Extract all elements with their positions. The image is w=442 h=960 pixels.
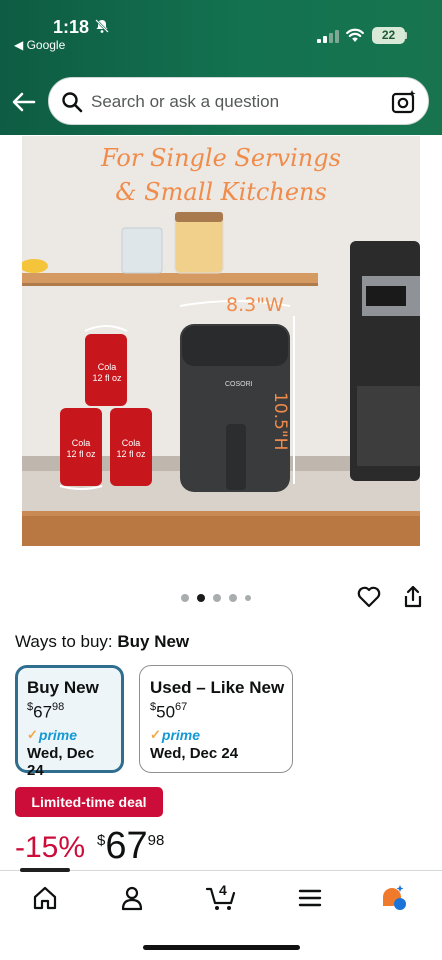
search-bar[interactable]: Search or ask a question	[48, 77, 429, 125]
price-row: -15% $ 67 98	[15, 826, 164, 870]
wifi-icon	[346, 28, 364, 42]
prime-check-icon: ✓	[27, 726, 38, 742]
ways-to-buy-label: Ways to buy: Buy New	[15, 632, 190, 651]
menu-icon[interactable]	[296, 884, 324, 912]
carousel-dot[interactable]	[181, 594, 189, 602]
option-title: Used – Like New	[150, 678, 285, 697]
option-price: $6798	[27, 701, 65, 722]
limited-time-deal-badge: Limited-time deal	[15, 787, 163, 817]
current-price: $ 67 98	[97, 825, 165, 867]
heart-icon[interactable]	[356, 584, 382, 610]
prime-check-icon: ✓	[150, 726, 161, 742]
home-indicator	[143, 945, 300, 950]
search-input[interactable]: Search or ask a question	[91, 92, 279, 112]
can-label-2: Cola 12 fl oz	[66, 438, 96, 459]
option-delivery: Wed, Dec 24	[27, 744, 95, 779]
back-arrow-icon[interactable]	[10, 88, 38, 116]
option-buy-new[interactable]: Buy New $6798 ✓ prime Wed, Dec 24	[15, 665, 124, 779]
height-label: 10.5"H	[270, 392, 290, 451]
product-image[interactable]: For Single Servings & Small Kitchens 8.3…	[22, 136, 420, 546]
can-label-3: Cola 12 fl oz	[116, 438, 146, 459]
carousel-dot-active[interactable]	[197, 594, 205, 602]
rufus-assistant-icon[interactable]	[380, 884, 408, 912]
back-to-google-link[interactable]: ◀ Google	[14, 38, 65, 52]
carousel-dot[interactable]	[245, 595, 251, 601]
image-headline-2: & Small Kitchens	[115, 178, 327, 206]
width-label: 8.3"W	[226, 294, 284, 316]
carousel-dot[interactable]	[213, 594, 221, 602]
option-delivery: Wed, Dec 24	[150, 744, 239, 762]
share-icon[interactable]	[402, 585, 424, 609]
can-label-1: Cola 12 fl oz	[92, 362, 122, 383]
battery-cap	[405, 32, 407, 39]
discount-percent: -15%	[15, 831, 86, 864]
header: 1:18 ◀ Google 22 Search or ask a questio…	[0, 0, 442, 135]
carousel-dots[interactable]	[181, 593, 251, 603]
home-icon[interactable]	[31, 884, 59, 912]
image-headline-1: For Single Servings	[101, 144, 341, 172]
camera-search-icon[interactable]	[391, 89, 417, 115]
product-page: 1:18 ◀ Google 22 Search or ask a questio…	[0, 0, 442, 960]
search-icon	[62, 92, 83, 113]
option-used-like-new[interactable]: Used – Like New $5067 ✓ prime Wed, Dec 24	[139, 665, 293, 773]
account-icon[interactable]	[118, 884, 146, 912]
option-price: $5067	[150, 701, 188, 722]
carousel-dot[interactable]	[229, 594, 237, 602]
signal-icon	[317, 30, 339, 43]
prime-badge: ✓ prime	[27, 726, 78, 743]
bell-muted-icon	[95, 19, 109, 33]
prime-badge: ✓ prime	[150, 726, 201, 743]
cart-count: 4	[219, 882, 227, 898]
status-time: 1:18	[53, 17, 90, 37]
brand-label: COSORI	[225, 381, 253, 388]
active-tab-indicator	[20, 868, 70, 872]
bottom-nav: 4	[0, 868, 442, 960]
battery-indicator: 22	[372, 27, 405, 44]
option-title: Buy New	[27, 678, 99, 697]
